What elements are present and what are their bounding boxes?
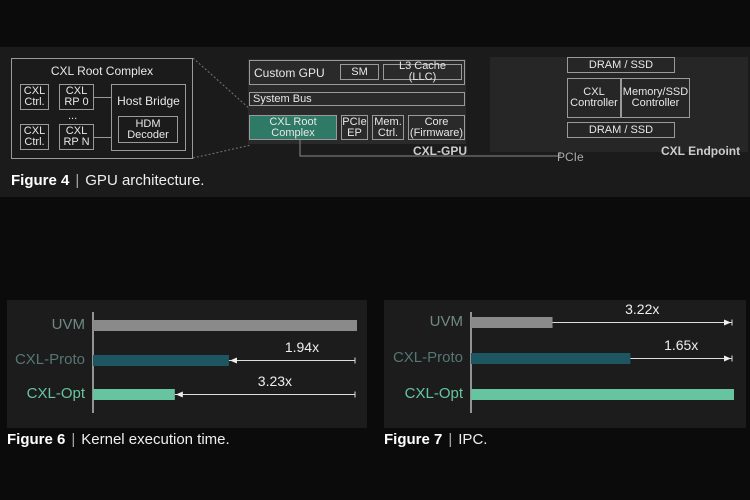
- figure6-caption: Figure 6 | Kernel execution time.: [7, 431, 230, 448]
- category-label: CXL-Opt: [26, 385, 85, 402]
- category-label: CXL-Opt: [404, 385, 463, 402]
- category-label: UVM: [51, 316, 85, 333]
- bar-cxl-opt: [471, 389, 734, 400]
- speedup-label: 3.22x: [625, 300, 660, 317]
- bar-uvm: [93, 320, 357, 331]
- category-label: CXL-Proto: [14, 351, 85, 368]
- figure7-caption: Figure 7 | IPC.: [384, 431, 488, 448]
- speedup-label: 1.94x: [284, 338, 320, 355]
- speedup-label: 3.23x: [257, 372, 293, 389]
- category-label: UVM: [429, 313, 463, 330]
- bar-cxl-proto: [471, 353, 631, 364]
- charts-svg: [92, 312, 734, 413]
- category-label: CXL-Proto: [392, 349, 463, 366]
- bar-uvm: [471, 317, 553, 328]
- speedup-label: 1.65x: [664, 336, 699, 353]
- bar-cxl-opt: [93, 389, 175, 400]
- bar-cxl-proto: [93, 355, 229, 366]
